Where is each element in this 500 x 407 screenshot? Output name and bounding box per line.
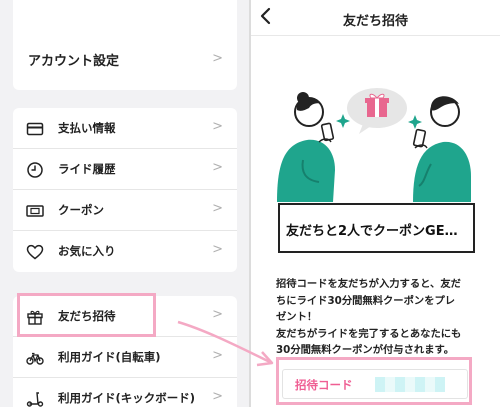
menu-item-label: 利用ガイド(自転車) [58,350,161,364]
menu-item-guide-scooter[interactable]: 利用ガイド(キックボード) > [13,378,237,407]
chevron-right-icon: > [212,160,223,175]
chevron-right-icon: > [212,348,223,363]
page-title: 友だち招待 [342,14,408,29]
scooter-icon [26,390,44,407]
chevron-right-icon: > [212,242,223,257]
highlight-box-invite [17,293,156,337]
menu-item-label: クーポン [58,203,104,217]
menu-item-label: アカウント設定 [28,54,120,69]
menu-item-label: ライド履歴 [58,162,116,176]
ticket-icon [26,202,44,220]
menu-item-guide-bicycle[interactable]: 利用ガイド(自転車) > [13,337,237,378]
chevron-right-icon: > [212,119,223,134]
settings-menu-pane: 完了 アカウント設定 > 支払い情報 > ライド履歴 > クーポン > [0,0,249,407]
credit-card-icon [26,120,44,138]
chevron-right-icon: > [212,201,223,216]
menu-item-label: 支払い情報 [58,121,116,135]
menu-item-ride-history[interactable]: ライド履歴 > [13,149,237,190]
description-line: ゼント！ [276,311,318,323]
bicycle-icon [26,349,44,367]
description-line: 招待コードを友だちが入力すると、友だ [276,278,461,290]
menu-item-account-settings[interactable]: アカウント設定 > [13,40,237,81]
invite-illustration [275,82,475,202]
invite-description: 招待コードを友だちが入力すると、友だ ちにライド30分間無料クーポンをプレ ゼン… [276,276,500,359]
menu-item-label: 利用ガイド(キックボード) [58,391,196,405]
menu-item-coupon[interactable]: クーポン > [13,190,237,231]
description-line: 友だちがライドを完了するとあなたにも [276,327,462,340]
account-card: アカウント設定 > [13,0,237,90]
chevron-right-icon: > [212,307,223,322]
banner-title: 友だちと2人でクーポンGE… [286,224,458,239]
promo-banner: 友だちと2人でクーポンGE… [278,203,475,253]
clock-icon [26,161,44,179]
description-line: ちにライド30分間無料クーポンをプレ [276,294,456,307]
menu-item-payment[interactable]: 支払い情報 > [13,108,237,149]
chevron-right-icon: > [212,389,223,404]
menu-card: 支払い情報 > ライド履歴 > クーポン > お気に入り > [13,108,237,272]
heart-icon [26,243,44,261]
highlight-box-code [276,357,472,405]
menu-item-label: お気に入り [58,244,116,258]
chevron-right-icon: > [212,51,223,66]
menu-item-favorites[interactable]: お気に入り > [13,231,237,272]
invite-friends-pane: 友だち招待 友だちと2人でクーポンGE… 招待コードを友だちが入力すると、友だ … [251,0,500,407]
nav-bar: 友だち招待 [251,0,500,36]
